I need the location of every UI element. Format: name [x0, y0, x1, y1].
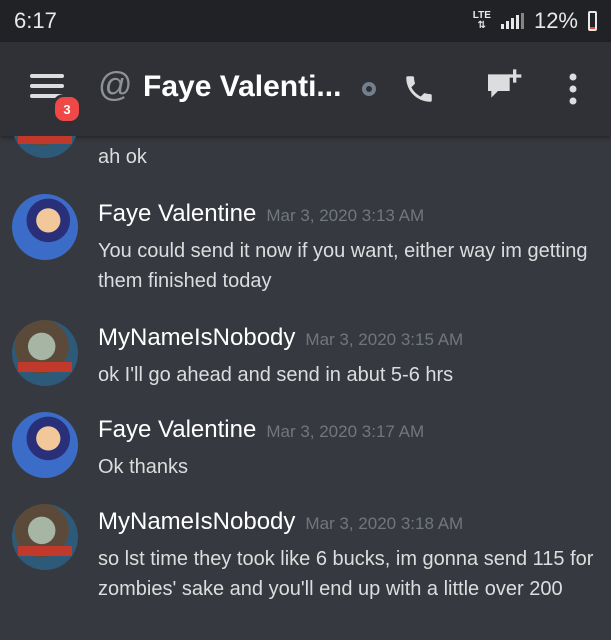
battery-icon — [588, 11, 597, 31]
conversation-title[interactable]: Faye Valenti... — [143, 70, 341, 104]
message-timestamp: Mar 3, 2020 3:17 AM — [266, 422, 425, 441]
unread-badge: 3 — [52, 94, 82, 124]
message-author[interactable]: Faye Valentine Mar 3, 2020 3:13 AM — [98, 200, 424, 228]
message-text: You could send it now if you want, eithe… — [98, 240, 588, 292]
at-icon: @ — [98, 66, 133, 104]
status-time: 6:17 — [14, 8, 57, 33]
conversation-header: 3 @ Faye Valenti... — [0, 42, 611, 136]
user-avatar[interactable] — [12, 194, 78, 260]
author-name[interactable]: MyNameIsNobody — [98, 508, 295, 535]
user-avatar[interactable] — [12, 504, 78, 570]
network-type-icon: LTE ⇅ — [472, 10, 491, 31]
user-avatar[interactable] — [12, 136, 78, 158]
user-avatar[interactable] — [12, 412, 78, 478]
more-vertical-icon[interactable] — [566, 72, 580, 106]
message-author[interactable]: Faye Valentine Mar 3, 2020 3:17 AM — [98, 416, 424, 444]
phone-icon[interactable] — [402, 72, 436, 106]
signal-icon — [500, 13, 524, 29]
author-name[interactable]: MyNameIsNobody — [98, 324, 295, 351]
message-text: ok I'll go ahead and send in abut 5-6 hr… — [98, 364, 454, 386]
video-call-icon[interactable] — [483, 66, 523, 106]
message-timestamp: Mar 3, 2020 3:13 AM — [266, 206, 425, 225]
author-name[interactable]: Faye Valentine — [98, 200, 256, 227]
message-timestamp: Mar 3, 2020 3:18 AM — [305, 514, 464, 533]
message-list[interactable]: ah ok Faye Valentine Mar 3, 2020 3:13 AM … — [0, 136, 611, 640]
message-timestamp: Mar 3, 2020 3:15 AM — [305, 330, 464, 349]
message-author[interactable]: MyNameIsNobody Mar 3, 2020 3:15 AM — [98, 324, 463, 352]
battery-percent: 12% — [533, 8, 578, 33]
message-text: Ok thanks — [98, 456, 189, 478]
status-right: LTE ⇅ 12% — [473, 8, 597, 34]
author-name[interactable]: Faye Valentine — [98, 416, 256, 443]
message-text: so lst time they took like 6 bucks, im g… — [98, 548, 594, 600]
user-avatar[interactable] — [12, 320, 78, 386]
network-label: LTE — [472, 10, 491, 21]
presence-offline-icon — [362, 82, 376, 96]
status-bar: 6:17 LTE ⇅ 12% — [0, 0, 611, 42]
message-author[interactable]: MyNameIsNobody Mar 3, 2020 3:18 AM — [98, 508, 463, 536]
message-text: ah ok — [98, 146, 147, 168]
